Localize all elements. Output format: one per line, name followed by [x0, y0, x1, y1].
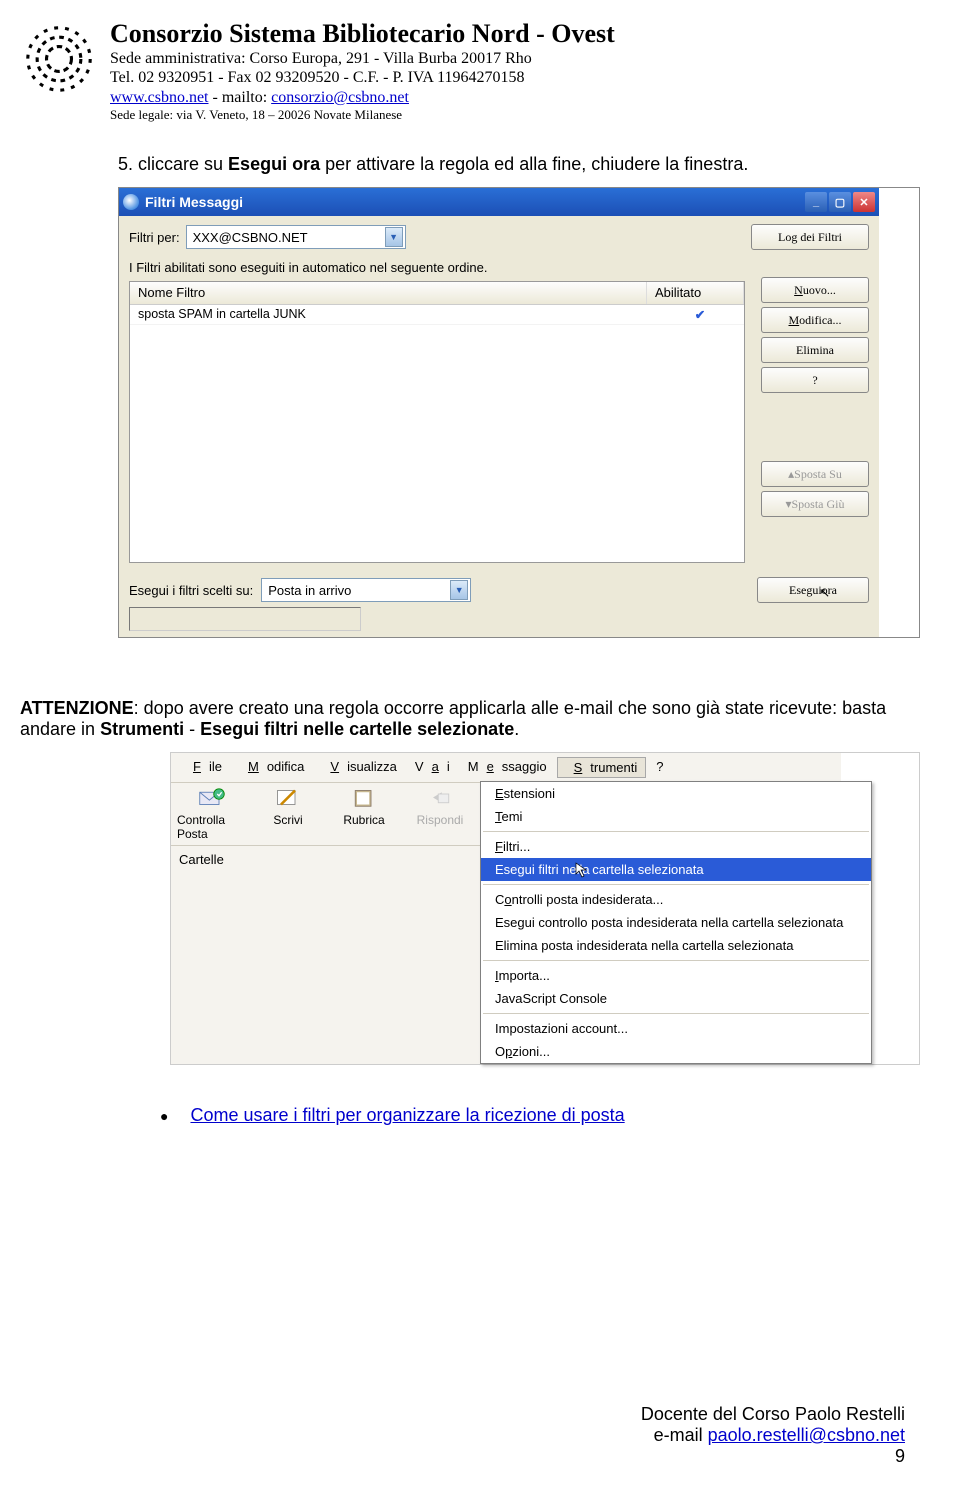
toolbar: Controlla Posta Scrivi Rubrica Risp — [171, 783, 481, 846]
menu-item-opzioni[interactable]: Opzioni... — [481, 1040, 871, 1063]
modifica-button[interactable]: Modifica... — [761, 307, 869, 333]
mail-refresh-icon — [198, 787, 226, 811]
menu-vai[interactable]: Vai — [407, 757, 458, 778]
sposta-giu-button: ▾ Sposta Giù — [761, 491, 869, 517]
controlla-posta-button[interactable]: Controlla Posta — [177, 787, 247, 841]
rispondi-button: Rispondi — [405, 787, 475, 841]
nuovo-button[interactable]: Nuovo... — [761, 277, 869, 303]
addressbook-icon — [350, 787, 378, 811]
account-combo[interactable]: XXX@CSBNO.NET ▼ — [186, 225, 406, 249]
menu-help[interactable]: ? — [648, 757, 671, 778]
menu-item-elimina-junk[interactable]: Elimina posta indesiderata nella cartell… — [481, 934, 871, 957]
chevron-down-icon[interactable]: ▼ — [385, 227, 403, 247]
menu-modifica[interactable]: Modifica — [232, 757, 312, 778]
run-on-label: Esegui i filtri scelti su: — [129, 583, 253, 598]
page-number: 9 — [641, 1446, 905, 1467]
chevron-down-icon[interactable]: ▼ — [450, 580, 468, 600]
reply-icon — [426, 787, 454, 811]
menu-item-account-settings[interactable]: Impostazioni account... — [481, 1017, 871, 1040]
phone-fax-vat: Tel. 02 9320951 - Fax 02 93209520 - C.F.… — [110, 68, 615, 87]
filtri-per-label: Filtri per: — [129, 230, 180, 245]
elimina-button[interactable]: Elimina — [761, 337, 869, 363]
menu-item-filtri[interactable]: Filtri... — [481, 835, 871, 858]
filters-caption: I Filtri abilitati sono eseguiti in auto… — [129, 260, 869, 275]
rubrica-button[interactable]: Rubrica — [329, 787, 399, 841]
menu-file[interactable]: File — [177, 757, 230, 778]
logo-icon — [20, 20, 98, 98]
status-bar — [129, 607, 361, 631]
address: Sede amministrativa: Corso Europa, 291 -… — [110, 49, 615, 68]
col-nome-filtro[interactable]: Nome Filtro — [130, 282, 647, 304]
filters-howto-link[interactable]: Come usare i filtri per organizzare la r… — [190, 1105, 624, 1125]
menu-messaggio[interactable]: Messaggio — [460, 757, 555, 778]
esegui-ora-button[interactable]: Esegui↖ ora — [757, 577, 869, 603]
close-button[interactable]: ✕ — [853, 192, 875, 212]
log-filtri-button[interactable]: Log dei Filtri — [751, 224, 869, 250]
run-folder-combo[interactable]: Posta in arrivo ▼ — [261, 578, 471, 602]
window-titlebar: Filtri Messaggi _ ▢ ✕ — [119, 188, 879, 216]
menubar: File Modifica Visualizza Vai Messaggio S… — [171, 753, 841, 783]
menu-item-controlli-junk[interactable]: Controlli posta indesiderata... — [481, 888, 871, 911]
cartelle-label: Cartelle — [171, 846, 481, 867]
menu-item-js-console[interactable]: JavaScript Console — [481, 987, 871, 1010]
col-abilitato[interactable]: Abilitato — [647, 282, 744, 304]
org-name: Consorzio Sistema Bibliotecario Nord - O… — [110, 18, 615, 49]
menu-visualizza[interactable]: Visualizza — [314, 757, 405, 778]
bullet-link: ●Come usare i filtri per organizzare la … — [160, 1105, 920, 1126]
letterhead: Consorzio Sistema Bibliotecario Nord - O… — [20, 20, 920, 122]
footer-email-link[interactable]: paolo.restelli@csbno.net — [708, 1425, 905, 1445]
legal-office: Sede legale: via V. Veneto, 18 – 20026 N… — [110, 107, 615, 123]
maximize-button[interactable]: ▢ — [829, 192, 851, 212]
filtri-messaggi-screenshot: Filtri Messaggi _ ▢ ✕ Filtri per: XXX@CS… — [118, 187, 920, 638]
help-button[interactable]: ? — [761, 367, 869, 393]
website-link[interactable]: www.csbno.net — [110, 89, 209, 106]
menu-item-esegui-filtri[interactable]: Esegui filtri nella cartella selezionata — [481, 858, 871, 881]
attenzione-text: ATTENZIONE: dopo avere creato una regola… — [20, 698, 920, 740]
menu-item-esegui-controllo[interactable]: Esegui controllo posta indesiderata nell… — [481, 911, 871, 934]
scrivi-button[interactable]: Scrivi — [253, 787, 323, 841]
filter-row[interactable]: sposta SPAM in cartella JUNK ✔ — [130, 305, 744, 325]
menu-item-importa[interactable]: Importa... — [481, 964, 871, 987]
step-5-text: 5. cliccare su Esegui ora per attivare l… — [20, 154, 920, 175]
strumenti-menu-screenshot: File Modifica Visualizza Vai Messaggio S… — [170, 752, 920, 1065]
menu-item-temi[interactable]: Temi — [481, 805, 871, 828]
footer: Docente del Corso Paolo Restelli e-mail … — [641, 1404, 905, 1467]
window-title: Filtri Messaggi — [145, 194, 805, 210]
docente-line: Docente del Corso Paolo Restelli — [641, 1404, 905, 1425]
strumenti-dropdown: Estensioni Temi Filtri... Esegui filtri … — [480, 781, 872, 1064]
mailto-link[interactable]: consorzio@csbno.net — [271, 89, 409, 106]
minimize-button[interactable]: _ — [805, 192, 827, 212]
sposta-su-button: ▴ Sposta Su — [761, 461, 869, 487]
header-links: www.csbno.net - mailto: consorzio@csbno.… — [110, 88, 615, 107]
app-icon — [123, 194, 139, 210]
menu-item-estensioni[interactable]: Estensioni — [481, 782, 871, 805]
check-icon[interactable]: ✔ — [664, 307, 736, 322]
menu-strumenti[interactable]: Strumenti — [557, 757, 647, 778]
compose-icon — [274, 787, 302, 811]
